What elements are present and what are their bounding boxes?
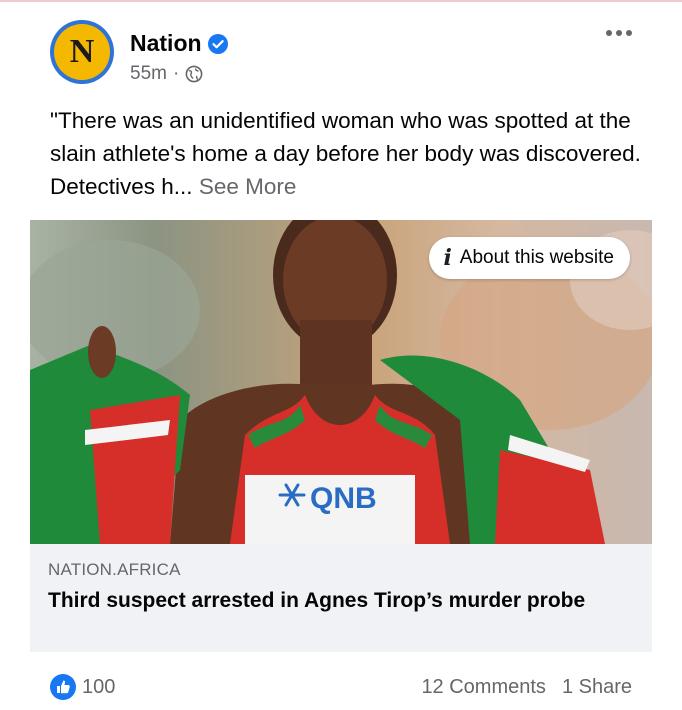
info-icon: i bbox=[443, 245, 452, 271]
globe-icon bbox=[185, 65, 203, 83]
about-website-button[interactable]: i About this website bbox=[429, 237, 630, 279]
reactions-summary[interactable]: 100 bbox=[50, 674, 115, 700]
more-dot bbox=[616, 30, 622, 36]
post-message: "There was an unidentified woman who was… bbox=[50, 104, 650, 203]
bib-sponsor-text: QNB bbox=[310, 482, 377, 515]
about-website-label: About this website bbox=[459, 247, 614, 268]
meta-separator: · bbox=[172, 63, 180, 84]
comments-count[interactable]: 12 Comments bbox=[421, 676, 546, 699]
post-meta: 55m · bbox=[130, 63, 203, 85]
like-reaction-icon bbox=[50, 674, 76, 700]
link-domain: NATION.AFRICA bbox=[48, 560, 181, 579]
see-more-link[interactable]: See More bbox=[199, 174, 297, 199]
more-dot bbox=[626, 30, 632, 36]
link-preview-card[interactable]: NATION.AFRICA Third suspect arrested in … bbox=[30, 544, 652, 652]
top-divider bbox=[0, 0, 682, 2]
page-avatar[interactable]: N bbox=[50, 20, 114, 84]
link-preview-image[interactable]: QNB i About this website bbox=[30, 220, 652, 544]
avatar-letter: N bbox=[69, 33, 95, 70]
post-timestamp[interactable]: 55m bbox=[130, 63, 167, 85]
page-name-row: Nation bbox=[130, 30, 228, 57]
engagement-stats: 12 Comments 1 Share bbox=[421, 676, 632, 699]
shares-count[interactable]: 1 Share bbox=[562, 676, 632, 699]
more-dot bbox=[606, 30, 612, 36]
page-name[interactable]: Nation bbox=[130, 30, 202, 57]
verified-badge-icon bbox=[207, 33, 228, 54]
link-title[interactable]: Third suspect arrested in Agnes Tirop’s … bbox=[48, 588, 608, 614]
reaction-count: 100 bbox=[82, 675, 116, 698]
post-header: N Nation 55m · bbox=[50, 20, 650, 90]
post-footer: 100 12 Comments 1 Share bbox=[50, 672, 632, 702]
more-options-icon[interactable] bbox=[606, 30, 632, 36]
post-body-text: "There was an unidentified woman who was… bbox=[50, 108, 641, 199]
avatar-inner: N bbox=[54, 24, 110, 80]
